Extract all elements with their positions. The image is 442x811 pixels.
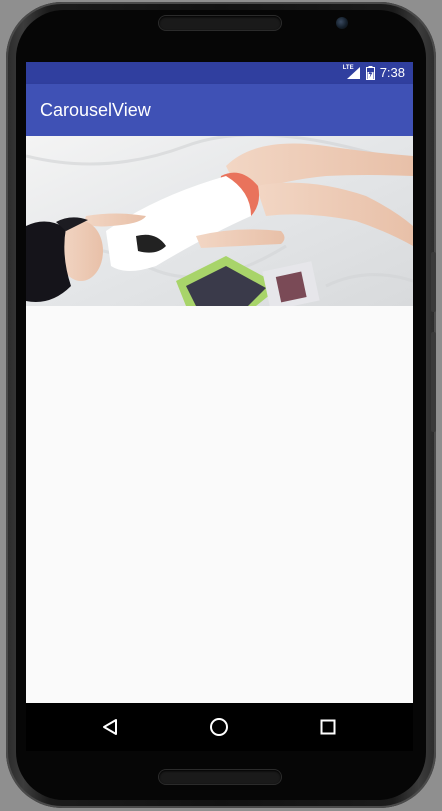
app-title: CarouselView: [40, 100, 151, 120]
carousel-view[interactable]: [26, 136, 413, 306]
status-icons: LTE 7:38: [343, 62, 405, 84]
back-triangle-icon: [103, 719, 117, 735]
carousel-image: [26, 136, 413, 306]
recents-button[interactable]: [312, 711, 344, 743]
app-screen: LTE 7:38 CarouselView: [26, 62, 413, 703]
lte-signal-icon: LTE: [342, 65, 361, 80]
recents-square-icon: [320, 719, 336, 735]
power-button: [431, 332, 436, 432]
status-time: 7:38: [379, 65, 405, 80]
home-circle-icon: [210, 718, 228, 736]
front-camera: [336, 17, 348, 29]
volume-button: [431, 252, 436, 312]
bottom-speaker: [159, 770, 281, 784]
home-button[interactable]: [203, 711, 235, 743]
navigation-bar: [26, 703, 413, 751]
top-speaker: [159, 16, 281, 30]
network-type-label: LTE: [342, 65, 354, 71]
app-toolbar: CarouselView: [26, 84, 413, 136]
battery-icon: [365, 66, 375, 80]
back-button[interactable]: [94, 711, 126, 743]
status-bar: LTE 7:38: [26, 62, 413, 84]
